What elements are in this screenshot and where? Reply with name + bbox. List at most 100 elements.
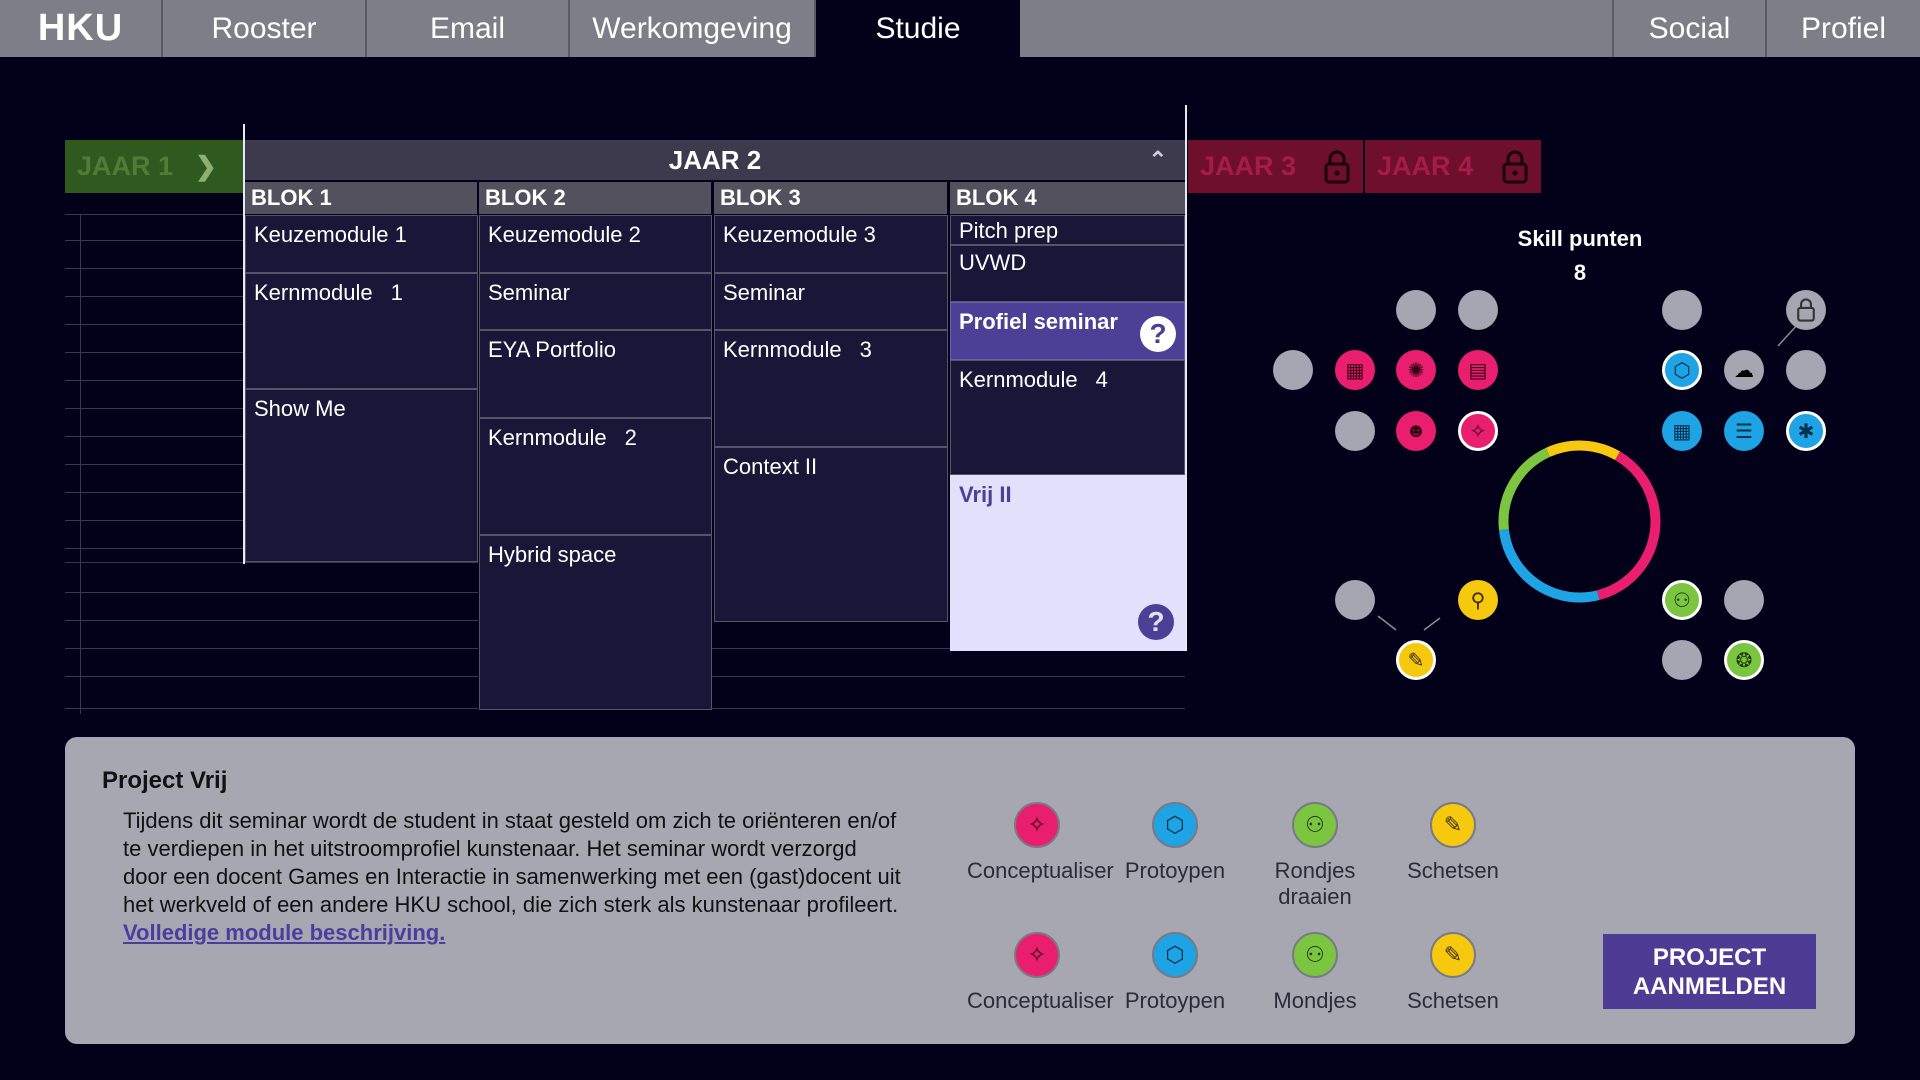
jaar2-right-border — [1185, 105, 1187, 651]
module-cell-selected[interactable]: Profiel seminar ? — [950, 302, 1185, 360]
module-cell[interactable]: Pitch prep — [950, 215, 1185, 245]
skill-schetsen: ✎ Schetsen — [1383, 802, 1523, 884]
skill-protoypen: ⬡ Protoypen — [1105, 802, 1245, 884]
lock-icon — [1323, 150, 1351, 191]
pencil-icon: ✎ — [1430, 932, 1476, 978]
circuit-icon[interactable]: ▦ — [1662, 411, 1702, 451]
chevron-down-icon: ❯ — [195, 151, 217, 181]
module-cell[interactable]: Kernmodule 1 — [245, 273, 478, 389]
tab-jaar1[interactable]: JAAR 1 ❯ — [65, 140, 243, 193]
list-icon[interactable]: ☰ — [1724, 411, 1764, 451]
module-label: Profiel seminar — [959, 309, 1118, 334]
module-cell-vrij[interactable]: Vrij II ? — [950, 475, 1185, 651]
skill-node-empty[interactable] — [1335, 411, 1375, 451]
presentation-icon[interactable]: ▦ — [1335, 350, 1375, 390]
nav-social[interactable]: Social — [1612, 0, 1767, 57]
skill-node-empty[interactable] — [1396, 290, 1436, 330]
module-cell[interactable]: Seminar — [479, 273, 712, 330]
layout-icon[interactable]: ▤ — [1458, 350, 1498, 390]
nav-studie[interactable]: Studie — [816, 0, 1020, 57]
nav-email[interactable]: Email — [367, 0, 570, 57]
module-cell[interactable]: Keuzemodule 3 — [714, 215, 948, 273]
module-cell[interactable]: Keuzemodule 1 — [245, 215, 478, 273]
magic-wand-icon: ✧ — [1014, 932, 1060, 978]
skill-node-empty[interactable] — [1273, 350, 1313, 390]
cloud-gear-icon[interactable]: ☁ — [1724, 350, 1764, 390]
skill-points-value: 8 — [1573, 260, 1587, 285]
skill-protoypen: ⬡ Protoypen — [1105, 932, 1245, 1014]
help-icon[interactable]: ? — [1140, 316, 1176, 352]
tab-jaar3[interactable]: JAAR 3 — [1188, 140, 1363, 193]
module-cell[interactable]: EYA Portfolio — [479, 330, 712, 418]
nav-rooster[interactable]: Rooster — [163, 0, 367, 57]
module-label: Context II — [723, 454, 818, 479]
module-label: UVWD — [959, 250, 1027, 275]
tab-jaar2[interactable]: JAAR 2 ⌃ — [245, 140, 1185, 180]
lock-node-icon[interactable] — [1786, 290, 1826, 330]
module-cell[interactable]: Kernmodule 2 — [479, 418, 712, 535]
module-detail-panel: Project Vrij Tijdens dit seminar wordt d… — [65, 737, 1855, 1044]
module-cell[interactable]: Kernmodule 4 — [950, 360, 1185, 475]
brain-icon[interactable]: ✺ — [1396, 350, 1436, 390]
skill-label: Mondjes — [1273, 988, 1357, 1013]
skill-node-empty[interactable] — [1786, 350, 1826, 390]
magic-wand-icon[interactable]: ✧ — [1458, 411, 1498, 451]
bug-icon[interactable]: ✱ — [1786, 411, 1826, 451]
panel-title: Project Vrij — [102, 767, 228, 794]
pencil-icon: ✎ — [1430, 802, 1476, 848]
skill-schetsen: ✎ Schetsen — [1383, 932, 1523, 1014]
tab-jaar4[interactable]: JAAR 4 — [1365, 140, 1541, 193]
nav-werkomgeving[interactable]: Werkomgeving — [570, 0, 816, 57]
hku-logo[interactable]: HKU — [0, 0, 163, 57]
skill-label: Protoypen — [1124, 988, 1226, 1013]
help-icon[interactable]: ? — [1138, 604, 1174, 640]
group-icon: ⚇ — [1292, 802, 1338, 848]
skill-mondjes: ⚇ Mondjes — [1245, 932, 1385, 1014]
skill-node-empty[interactable] — [1458, 290, 1498, 330]
cube-icon: ⬡ — [1152, 932, 1198, 978]
skill-node-empty[interactable] — [1335, 580, 1375, 620]
module-label: Keuzemodule 3 — [723, 222, 876, 247]
skill-node-empty[interactable] — [1662, 290, 1702, 330]
network-icon[interactable]: ❂ — [1724, 640, 1764, 680]
module-cell[interactable]: UVWD — [950, 245, 1185, 302]
module-label: EYA Portfolio — [488, 337, 616, 362]
chevron-up-icon[interactable]: ⌃ — [1149, 140, 1167, 180]
module-cell[interactable]: Kernmodule 3 — [714, 330, 948, 447]
nav-profiel[interactable]: Profiel — [1767, 0, 1920, 57]
module-cell[interactable]: Show Me — [245, 389, 478, 562]
module-label: Vrij II — [959, 482, 1012, 507]
module-label: Kernmodule — [488, 425, 607, 450]
module-cell[interactable]: Keuzemodule 2 — [479, 215, 712, 273]
jaar3-label: JAAR 3 — [1200, 151, 1297, 181]
jaar2-label: JAAR 2 — [668, 145, 762, 175]
skill-conceptualiser: ✧ Conceptualiser — [967, 802, 1114, 884]
module-label: Keuzemodule 2 — [488, 222, 641, 247]
module-number: 4 — [1095, 367, 1108, 392]
blok1-header: BLOK 1 — [245, 182, 477, 214]
magnifier-icon[interactable]: ⚲ — [1458, 580, 1498, 620]
group-icon[interactable]: ⚇ — [1662, 580, 1702, 620]
skill-node-empty[interactable] — [1662, 640, 1702, 680]
module-number: 2 — [624, 425, 637, 450]
skill-ring — [1498, 440, 1661, 603]
description-text: Tijdens dit seminar wordt de student in … — [123, 808, 901, 917]
module-label: Show Me — [254, 396, 346, 421]
skill-label: Conceptualiser — [967, 988, 1114, 1013]
pencil-icon[interactable]: ✎ — [1396, 640, 1436, 680]
module-cell[interactable]: Hybrid space — [479, 535, 712, 710]
module-label: Kernmodule — [723, 337, 842, 362]
module-label: Pitch prep — [959, 218, 1059, 243]
skill-conceptualiser: ✧ Conceptualiser — [967, 932, 1114, 1014]
skill-node-empty[interactable] — [1724, 580, 1764, 620]
module-label: Hybrid space — [488, 542, 617, 567]
cube-icon[interactable]: ⬡ — [1662, 350, 1702, 390]
module-cell[interactable]: Context II — [714, 447, 948, 622]
head-icon[interactable]: ☻ — [1396, 411, 1436, 451]
lock-icon — [1501, 150, 1529, 191]
project-aanmelden-button[interactable]: PROJECT AANMELDEN — [1603, 934, 1816, 1009]
blok2-header: BLOK 2 — [479, 182, 711, 214]
module-description-link[interactable]: Volledige module beschrijving. — [123, 920, 445, 945]
jaar1-label: JAAR 1 — [77, 151, 174, 181]
module-cell[interactable]: Seminar — [714, 273, 948, 330]
